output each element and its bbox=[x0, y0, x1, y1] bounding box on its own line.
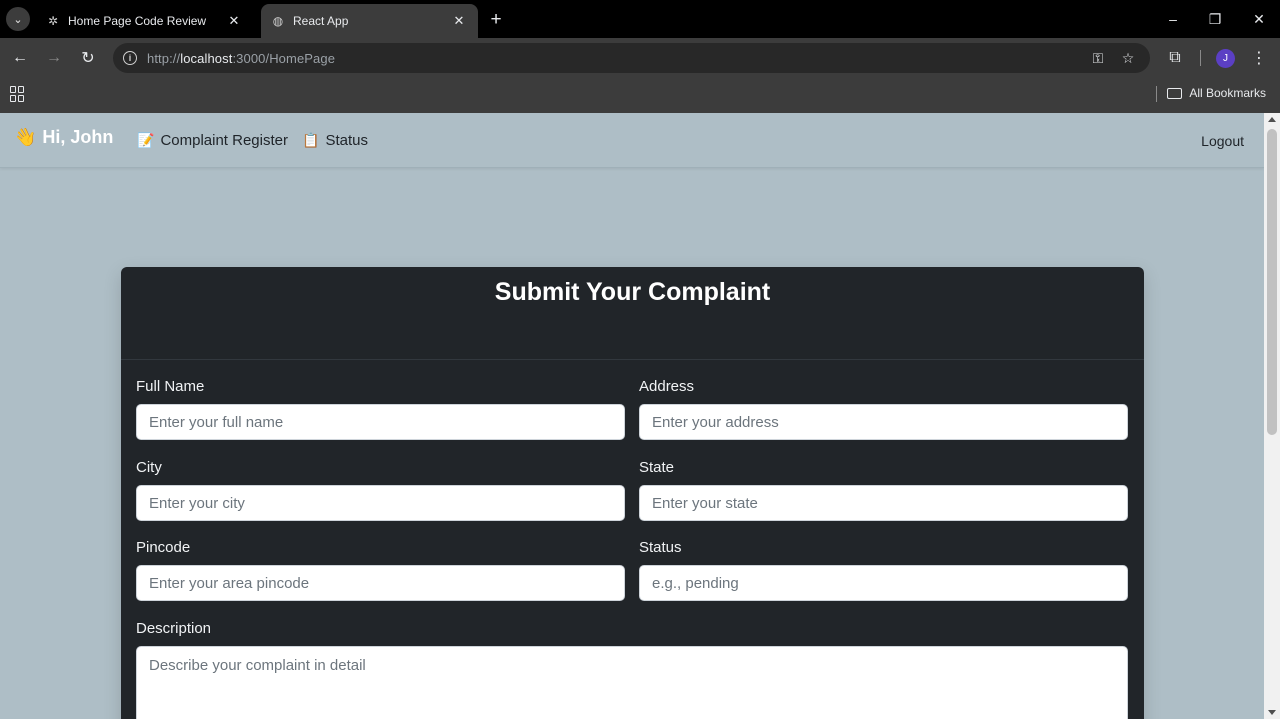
globe-icon: ◍ bbox=[272, 14, 284, 28]
star-icon[interactable]: ☆ bbox=[1118, 48, 1138, 68]
address-label: Address bbox=[639, 378, 695, 395]
new-tab-button[interactable]: + bbox=[484, 8, 508, 32]
city-input[interactable]: Enter your city bbox=[136, 485, 625, 521]
clipboard-icon: 📋 bbox=[302, 132, 320, 148]
url-scheme: http:// bbox=[147, 50, 181, 66]
app-navbar: 👋 Hi, John 📝 Complaint Register 📋 Status… bbox=[0, 113, 1264, 168]
state-label: State bbox=[639, 459, 675, 476]
browser-toolbar: ← → ↻ i http://localhost:3000/HomePage ⚿… bbox=[0, 38, 1280, 78]
form-title: Submit Your Complaint bbox=[494, 278, 771, 306]
description-textarea[interactable]: Describe your complaint in detail bbox=[136, 646, 1128, 719]
memo-icon: 📝 bbox=[137, 132, 155, 148]
nav-link-label: Status bbox=[325, 132, 368, 149]
restore-icon: ❐ bbox=[1208, 10, 1222, 27]
arrow-left-icon: ← bbox=[12, 49, 28, 66]
arrow-right-icon: → bbox=[46, 49, 62, 66]
full-name-input[interactable]: Enter your full name bbox=[136, 404, 625, 440]
scroll-up-arrow-icon[interactable] bbox=[1268, 117, 1276, 122]
reload-button[interactable]: ↻ bbox=[76, 46, 100, 70]
wave-emoji: 👋 bbox=[14, 127, 37, 147]
address-field: Address Enter your address bbox=[639, 378, 1128, 440]
profile-avatar[interactable]: J bbox=[1216, 49, 1235, 68]
folder-icon bbox=[1167, 87, 1183, 99]
browser-tab-react-app[interactable]: ◍ React App ✕ bbox=[261, 4, 478, 38]
address-bar[interactable]: i http://localhost:3000/HomePage ⚿ ☆ bbox=[113, 43, 1150, 73]
all-bookmarks-button[interactable]: All Bookmarks bbox=[1167, 86, 1266, 100]
menu-button[interactable]: ⋮ bbox=[1247, 46, 1271, 70]
toolbar-divider bbox=[1200, 50, 1201, 66]
description-field: Description Describe your complaint in d… bbox=[136, 620, 1128, 719]
forward-button[interactable]: → bbox=[42, 46, 66, 70]
back-button[interactable]: ← bbox=[8, 46, 32, 70]
nav-link-status[interactable]: 📋 Status bbox=[302, 132, 368, 149]
tab-search-button[interactable]: ⌄ bbox=[6, 7, 30, 31]
chevron-down-icon: ⌄ bbox=[13, 13, 23, 26]
city-label: City bbox=[136, 459, 162, 476]
state-input[interactable]: Enter your state bbox=[639, 485, 1128, 521]
nav-link-complaint-register[interactable]: 📝 Complaint Register bbox=[137, 132, 288, 149]
tab-title: Home Page Code Review bbox=[68, 14, 207, 28]
restore-button[interactable]: ❐ bbox=[1200, 6, 1230, 32]
status-label: Status bbox=[639, 539, 682, 556]
full-name-field: Full Name Enter your full name bbox=[136, 378, 625, 440]
apps-grid-icon[interactable] bbox=[10, 86, 26, 102]
url-text: http://localhost:3000/HomePage bbox=[147, 51, 335, 66]
city-field: City Enter your city bbox=[136, 459, 625, 521]
close-icon[interactable]: ✕ bbox=[450, 12, 468, 30]
openai-icon: ✲ bbox=[47, 14, 59, 28]
url-host: localhost bbox=[180, 50, 233, 66]
url-path: :3000/HomePage bbox=[232, 50, 336, 66]
scroll-down-arrow-icon[interactable] bbox=[1268, 710, 1276, 715]
card-header: Submit Your Complaint bbox=[121, 267, 1144, 360]
tab-title: React App bbox=[293, 14, 349, 28]
minimize-icon: – bbox=[1169, 11, 1177, 27]
page-scrollbar[interactable] bbox=[1264, 113, 1280, 719]
close-icon: ✕ bbox=[1253, 10, 1265, 27]
greeting: 👋 Hi, John bbox=[14, 127, 113, 148]
pincode-input[interactable]: Enter your area pincode bbox=[136, 565, 625, 601]
minimize-button[interactable]: – bbox=[1158, 6, 1188, 32]
plus-icon: + bbox=[490, 9, 502, 30]
reload-icon: ↻ bbox=[81, 50, 95, 67]
info-icon[interactable]: i bbox=[123, 51, 137, 65]
description-label: Description bbox=[136, 620, 212, 637]
more-vertical-icon: ⋮ bbox=[1251, 50, 1267, 67]
bookmarks-divider bbox=[1156, 86, 1157, 102]
extensions-button[interactable]: ⧉ bbox=[1163, 46, 1187, 70]
bookmarks-bar: All Bookmarks bbox=[0, 78, 1280, 113]
puzzle-icon: ⧉ bbox=[1169, 49, 1181, 66]
browser-tabstrip: ⌄ ✲ Home Page Code Review ✕ ◍ React App … bbox=[0, 0, 1280, 38]
browser-tab-home-page-code-review[interactable]: ✲ Home Page Code Review ✕ bbox=[36, 4, 253, 38]
address-input[interactable]: Enter your address bbox=[639, 404, 1128, 440]
pincode-field: Pincode Enter your area pincode bbox=[136, 539, 625, 601]
status-input[interactable]: e.g., pending bbox=[639, 565, 1128, 601]
state-field: State Enter your state bbox=[639, 459, 1128, 521]
status-field: Status e.g., pending bbox=[639, 539, 1128, 601]
full-name-label: Full Name bbox=[136, 378, 205, 395]
close-window-button[interactable]: ✕ bbox=[1244, 6, 1274, 32]
close-icon[interactable]: ✕ bbox=[225, 12, 243, 30]
logout-link[interactable]: Logout bbox=[1201, 133, 1244, 149]
greeting-text: Hi, John bbox=[42, 127, 114, 147]
key-icon[interactable]: ⚿ bbox=[1088, 48, 1108, 68]
pincode-label: Pincode bbox=[136, 539, 191, 556]
scroll-thumb[interactable] bbox=[1267, 129, 1277, 435]
nav-link-label: Complaint Register bbox=[160, 132, 288, 149]
page-viewport: 👋 Hi, John 📝 Complaint Register 📋 Status… bbox=[0, 113, 1264, 719]
all-bookmarks-label: All Bookmarks bbox=[1189, 86, 1266, 100]
complaint-form-card: Submit Your Complaint Full Name Enter yo… bbox=[121, 267, 1144, 719]
